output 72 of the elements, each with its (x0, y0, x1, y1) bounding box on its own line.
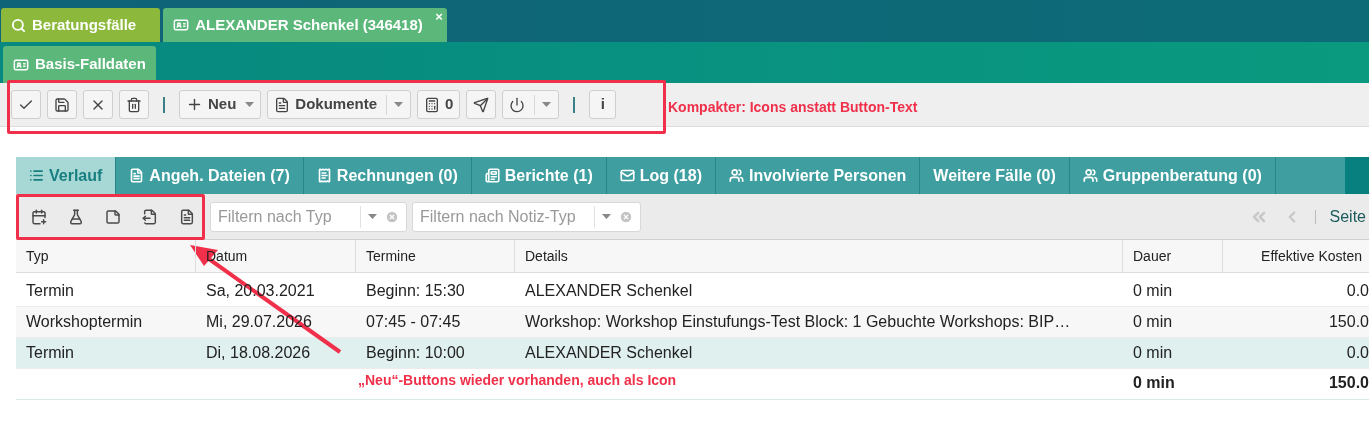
table-cell-text: ALEXANDER Schenkel (524, 281, 694, 301)
table-cell-text: 0.0 (1345, 281, 1369, 301)
toolbar-button[interactable]: 0 (417, 90, 461, 119)
table-cell-text: 07:45 - 07:45 (365, 312, 462, 332)
mail-icon (619, 168, 635, 183)
document-icon (178, 208, 195, 225)
add-entry-button[interactable] (104, 208, 121, 225)
add-entry-button[interactable] (30, 208, 47, 225)
send-icon (473, 96, 490, 113)
caret-icon (542, 102, 552, 107)
toolbar-button[interactable] (11, 90, 41, 119)
flask-icon (67, 208, 84, 225)
receipt-icon (316, 168, 332, 183)
table-cell-text: 0.0 (1345, 343, 1369, 363)
document-icon (129, 168, 145, 183)
column-header[interactable]: Termine (356, 240, 515, 272)
caret-icon (602, 214, 611, 219)
power-icon (509, 96, 526, 113)
column-header[interactable]: Dauer (1123, 240, 1223, 272)
add-entry-button[interactable] (178, 208, 195, 225)
tab-label: ALEXANDER Schenkel (346418) (195, 14, 423, 35)
clear-icon (385, 209, 399, 224)
split-button[interactable] (502, 90, 560, 119)
table-cell-text: Termin (25, 281, 75, 301)
split-button[interactable]: Dokumente (267, 90, 412, 119)
note-icon (104, 208, 121, 225)
save-icon (54, 96, 70, 113)
filter-select[interactable]: Filtern nach Typ (210, 201, 407, 232)
total-duration: 0 min (1132, 373, 1176, 393)
annotation-text: Kompakter: Icons anstatt Button-Text (668, 98, 918, 117)
trash-icon (126, 96, 142, 113)
page-label: Seite (1329, 206, 1366, 227)
add-entry-button[interactable] (141, 208, 158, 225)
table-row[interactable]: Termin Di, 18.08.2026 Beginn: 10:00 ALEXANDER Schenkel 0 min 0.0 (16, 338, 1369, 369)
tab-label: Beratungsfälle (32, 14, 137, 35)
add-entry-button[interactable] (67, 208, 84, 225)
id-card-icon (173, 17, 190, 33)
table-cell-text: 150.0 (1327, 312, 1369, 332)
clear-icon (619, 209, 633, 224)
table-cell-text: Beginn: 10:00 (365, 343, 466, 363)
toolbar-button[interactable] (47, 90, 77, 119)
table-cell-text: 0 min (1132, 312, 1174, 332)
table-cell-text: Beginn: 15:30 (365, 281, 466, 301)
calendar-plus-icon (30, 208, 47, 225)
column-header[interactable]: Details (515, 240, 1123, 272)
table-cell-text: Di, 18.08.2026 (205, 343, 312, 363)
caret-icon (368, 214, 377, 219)
users-icon (1082, 168, 1098, 183)
search-icon (11, 17, 26, 33)
caret-icon (245, 102, 255, 107)
file-export-icon (141, 208, 158, 225)
filter-select[interactable]: Filtern nach Notiz-Typ (412, 201, 641, 232)
column-header[interactable]: Effektive Kosten (1223, 240, 1369, 272)
table-cell-text: ALEXANDER Schenkel (524, 343, 694, 363)
total-cost: 150.0 (1327, 373, 1369, 393)
toolbar-button[interactable] (466, 90, 497, 119)
users-icon (728, 168, 744, 183)
newspaper-icon (484, 168, 500, 183)
document-icon (274, 96, 291, 113)
table-cell-text: Workshoptermin (25, 312, 144, 332)
new-dropdown-button[interactable]: Neu (179, 90, 262, 119)
table-cell-text: 0 min (1132, 281, 1174, 301)
annotation-text: „Neu“-Buttons wieder vorhanden, auch als Icon (358, 371, 677, 390)
calculator-icon (424, 96, 441, 113)
table-cell-text: Workshop: Workshop Einstufungs-Test Block: 1 Gebuchte Workshops: BIP… (524, 312, 1072, 332)
toolbar-button[interactable]: i (589, 90, 617, 119)
toolbar-button[interactable] (119, 90, 149, 119)
table-cell-text: Termin (25, 343, 75, 363)
caret-icon (394, 102, 404, 107)
list-icon (29, 168, 44, 183)
table-cell-text: 0 min (1132, 343, 1174, 363)
plus-icon (186, 96, 203, 113)
